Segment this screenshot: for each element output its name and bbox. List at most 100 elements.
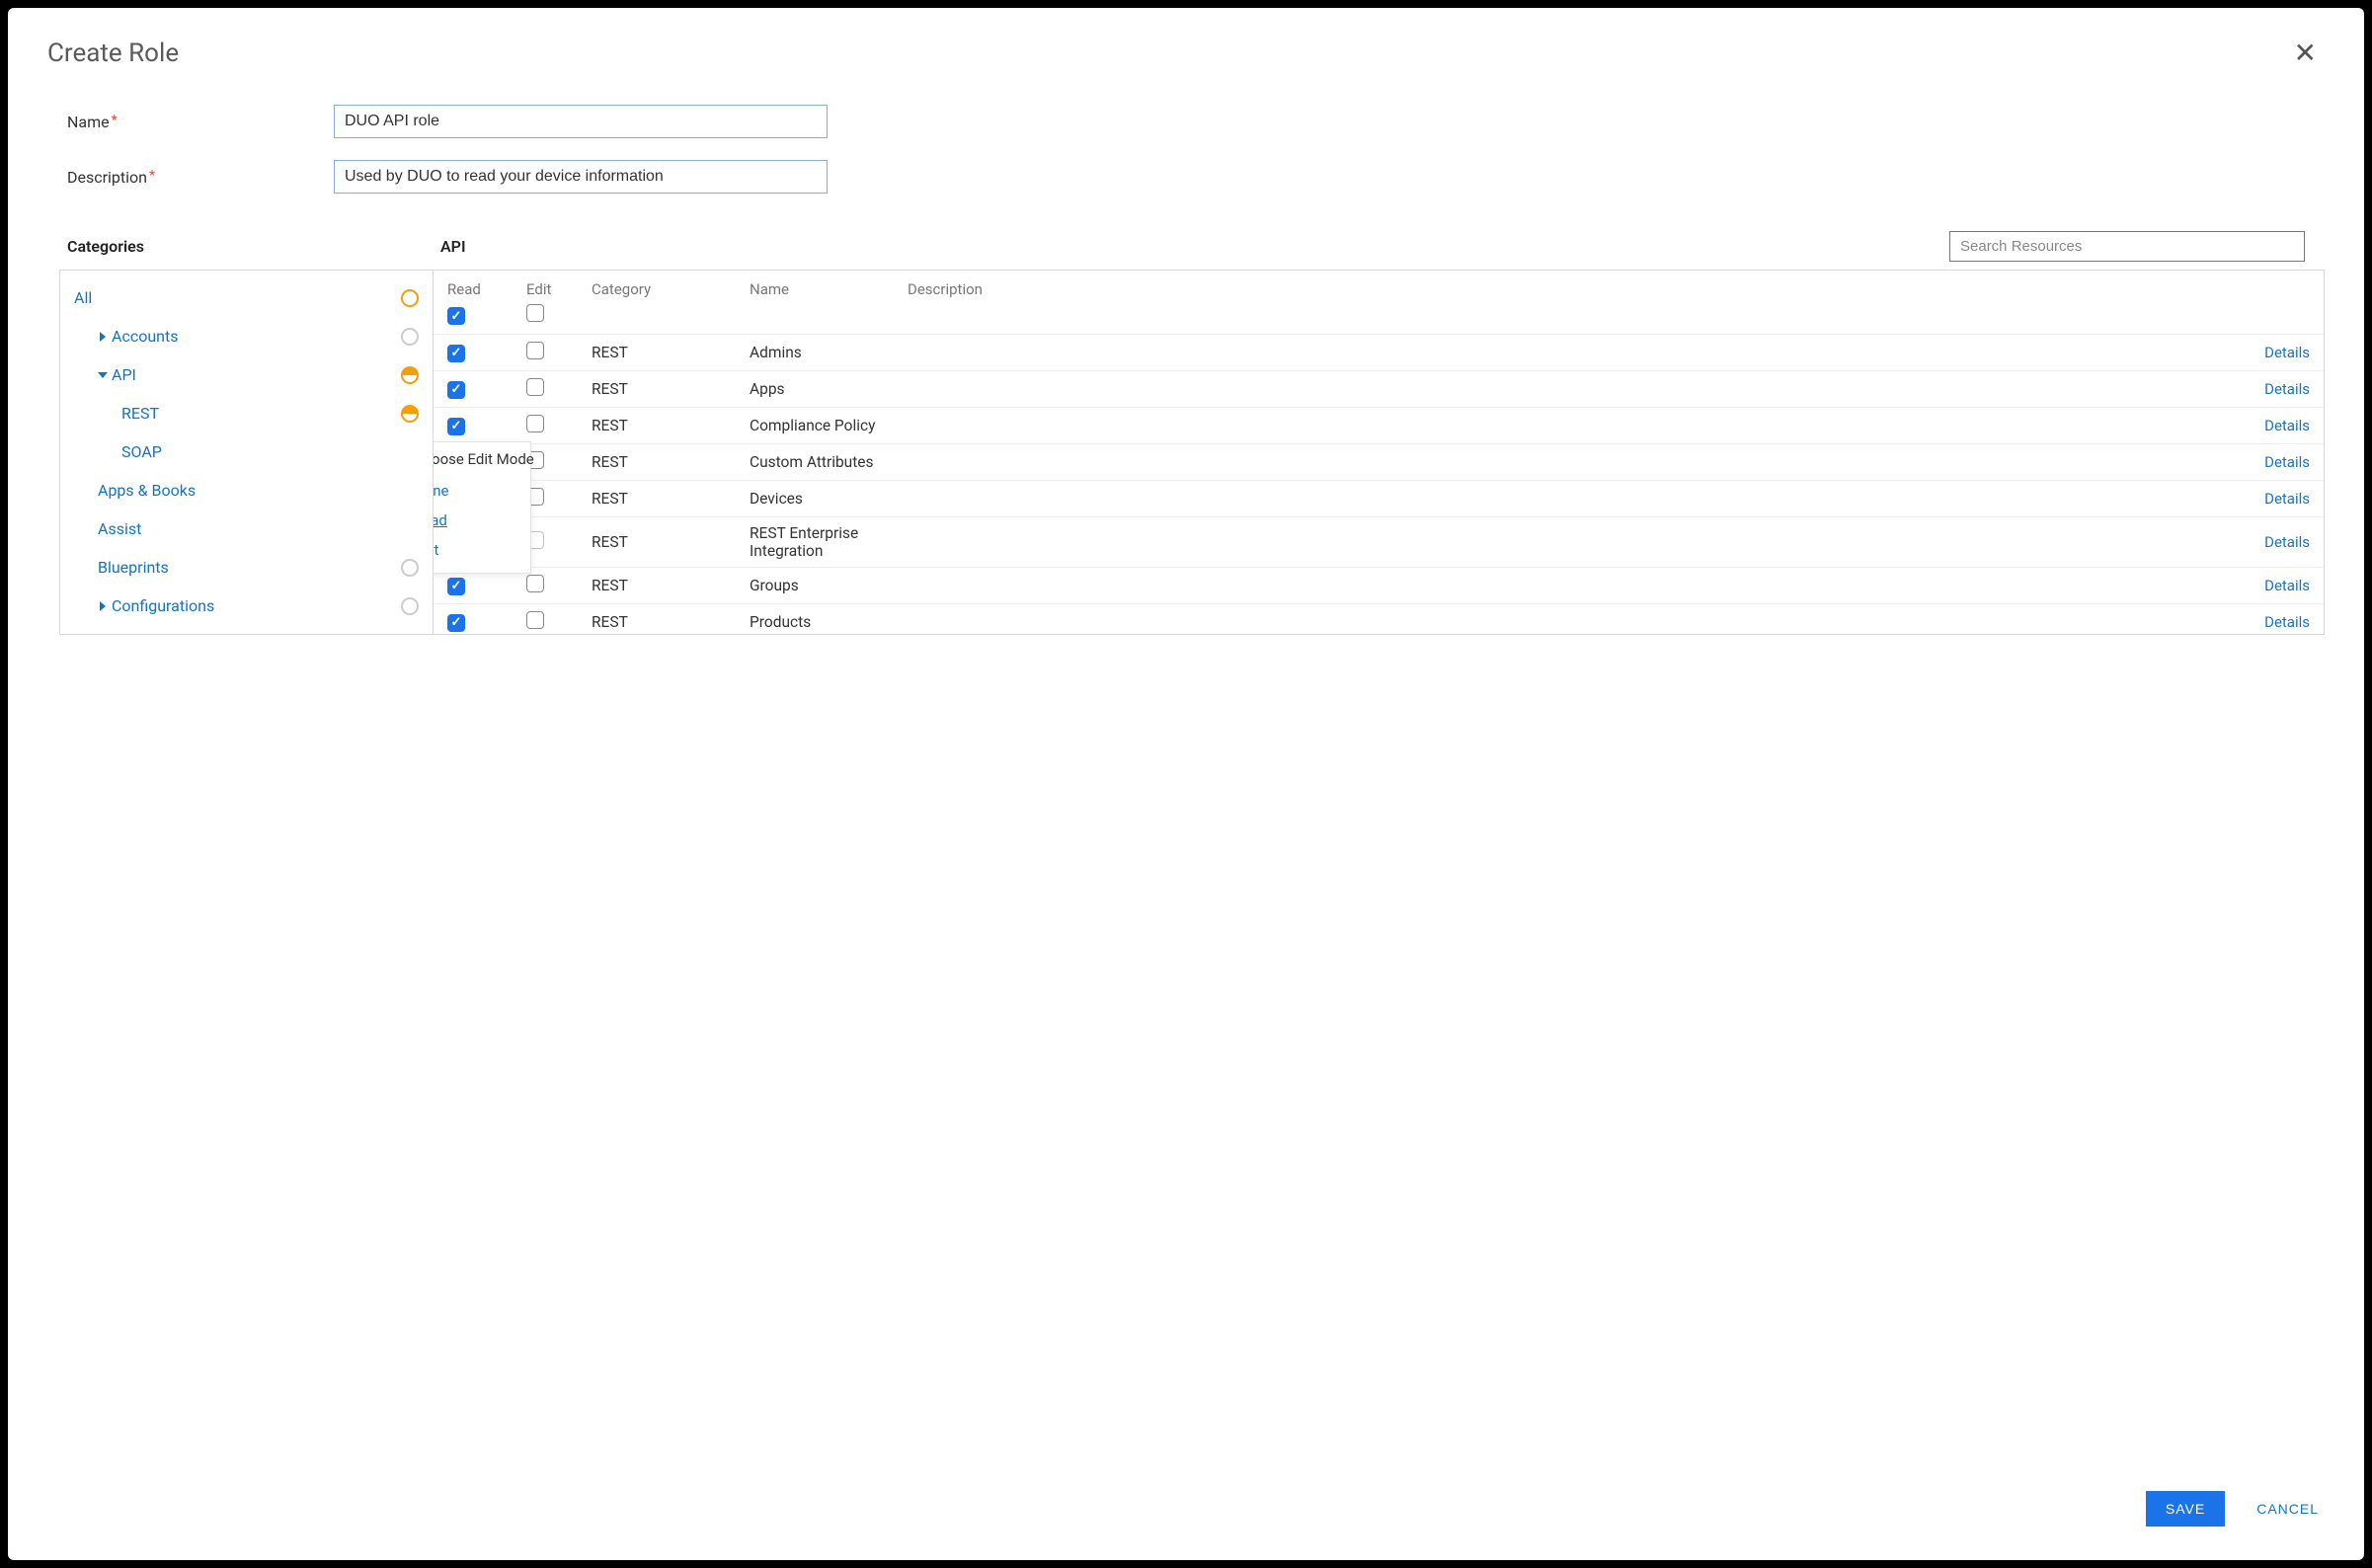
category-label: Apps & Books: [98, 481, 196, 500]
search-input[interactable]: [1949, 231, 2305, 262]
footer: SAVE CANCEL: [8, 1467, 2364, 1560]
status-icon: [401, 289, 419, 307]
row-category: REST: [592, 577, 750, 594]
edit-checkbox[interactable]: [526, 415, 544, 432]
status-icon: [401, 366, 419, 384]
table-row: RESTDevices Details: [434, 480, 2324, 516]
row-category: REST: [592, 533, 750, 551]
read-checkbox[interactable]: [447, 418, 465, 435]
details-link[interactable]: Details: [2264, 380, 2310, 398]
row-name: REST Enterprise Integration: [750, 524, 908, 560]
categories-pane[interactable]: All Accounts API REST: [60, 271, 434, 634]
row-name: Groups: [750, 577, 908, 594]
categories-heading: Categories: [67, 237, 440, 256]
popover-option-edit[interactable]: Edit: [434, 535, 520, 565]
category-label: Configurations: [112, 596, 214, 615]
category-soap[interactable]: SOAP: [60, 432, 433, 471]
popover-option-none[interactable]: None: [434, 476, 520, 506]
description-row: Description*: [67, 160, 2305, 194]
modal-header: Create Role ✕: [8, 8, 2364, 71]
category-api[interactable]: API: [60, 355, 433, 394]
table-pane[interactable]: Read Edit Category Name Description REST…: [434, 271, 2324, 634]
status-icon: [401, 405, 419, 423]
name-row: Name*: [67, 105, 2305, 138]
row-name: Custom Attributes: [750, 453, 908, 471]
status-icon: [401, 597, 419, 615]
edit-checkbox[interactable]: [526, 575, 544, 592]
col-edit: Edit: [526, 280, 586, 298]
cancel-button[interactable]: CANCEL: [2251, 1500, 2325, 1518]
chevron-right-icon: [98, 327, 110, 346]
col-name: Name: [750, 280, 908, 298]
read-checkbox[interactable]: [447, 578, 465, 595]
chevron-right-icon: [98, 596, 110, 615]
edit-all-checkbox[interactable]: [526, 304, 544, 322]
table-row: RESTGroups Details: [434, 567, 2324, 603]
read-checkbox[interactable]: [447, 614, 465, 632]
grid: All Accounts API REST: [59, 270, 2325, 635]
description-label-text: Description: [67, 168, 147, 187]
category-rest[interactable]: REST: [60, 394, 433, 432]
row-category: REST: [592, 613, 750, 631]
category-label: Blueprints: [98, 558, 169, 577]
row-name: Devices: [750, 490, 908, 508]
table-row: RESTProducts Details: [434, 603, 2324, 634]
col-read: Read: [447, 280, 526, 298]
read-all-checkbox[interactable]: [447, 307, 465, 325]
name-label: Name*: [67, 113, 334, 131]
row-category: REST: [592, 417, 750, 434]
row-category: REST: [592, 453, 750, 471]
required-icon: *: [112, 113, 118, 128]
row-name: Admins: [750, 344, 908, 361]
category-blueprints[interactable]: Blueprints: [60, 548, 433, 587]
chevron-down-icon: [98, 365, 110, 384]
edit-checkbox[interactable]: [526, 611, 544, 629]
category-label: API: [112, 365, 136, 384]
details-link[interactable]: Details: [2264, 577, 2310, 594]
section-headers: Categories API: [8, 225, 2364, 270]
edit-mode-popover: Choose Edit Mode None Read Edit: [434, 441, 531, 574]
name-input[interactable]: [334, 105, 828, 138]
popover-title: Choose Edit Mode: [434, 450, 520, 468]
description-input[interactable]: [334, 160, 828, 194]
table-row: RESTREST Enterprise Integration Details: [434, 516, 2324, 567]
row-category: REST: [592, 344, 750, 361]
details-link[interactable]: Details: [2264, 613, 2310, 631]
details-link[interactable]: Details: [2264, 417, 2310, 434]
create-role-modal: Create Role ✕ Name* Description* Categor…: [8, 8, 2364, 1560]
description-label: Description*: [67, 168, 334, 187]
edit-checkbox[interactable]: [526, 342, 544, 359]
row-category: REST: [592, 490, 750, 508]
category-label: REST: [121, 404, 159, 423]
read-checkbox[interactable]: [447, 381, 465, 399]
table-row: RESTCompliance Policy Details: [434, 407, 2324, 443]
name-label-text: Name: [67, 113, 110, 131]
details-link[interactable]: Details: [2264, 490, 2310, 508]
category-apps-books[interactable]: Apps & Books: [60, 471, 433, 510]
details-link[interactable]: Details: [2264, 453, 2310, 471]
row-name: Compliance Policy: [750, 417, 908, 434]
category-label: Assist: [98, 519, 141, 538]
read-checkbox[interactable]: [447, 345, 465, 362]
category-label: All: [74, 288, 92, 307]
details-link[interactable]: Details: [2264, 344, 2310, 361]
col-category: Category: [592, 280, 750, 298]
header-checkbox-row: [434, 304, 2324, 334]
category-configurations[interactable]: Configurations: [60, 587, 433, 625]
close-icon[interactable]: ✕: [2286, 36, 2325, 71]
popover-option-read[interactable]: Read: [434, 506, 520, 535]
details-link[interactable]: Details: [2264, 533, 2310, 551]
form-area: Name* Description*: [8, 71, 2364, 225]
table-header: Read Edit Category Name Description: [434, 271, 2324, 304]
category-all[interactable]: All: [60, 278, 433, 317]
save-button[interactable]: SAVE: [2146, 1491, 2225, 1527]
table-row: RESTAdmins Details: [434, 334, 2324, 370]
category-accounts[interactable]: Accounts: [60, 317, 433, 355]
modal-title: Create Role: [47, 39, 179, 68]
edit-checkbox[interactable]: [526, 378, 544, 396]
api-heading: API: [440, 237, 1949, 256]
row-name: Products: [750, 613, 908, 631]
category-assist[interactable]: Assist: [60, 510, 433, 548]
category-label: Accounts: [112, 327, 178, 346]
required-icon: *: [149, 168, 155, 184]
